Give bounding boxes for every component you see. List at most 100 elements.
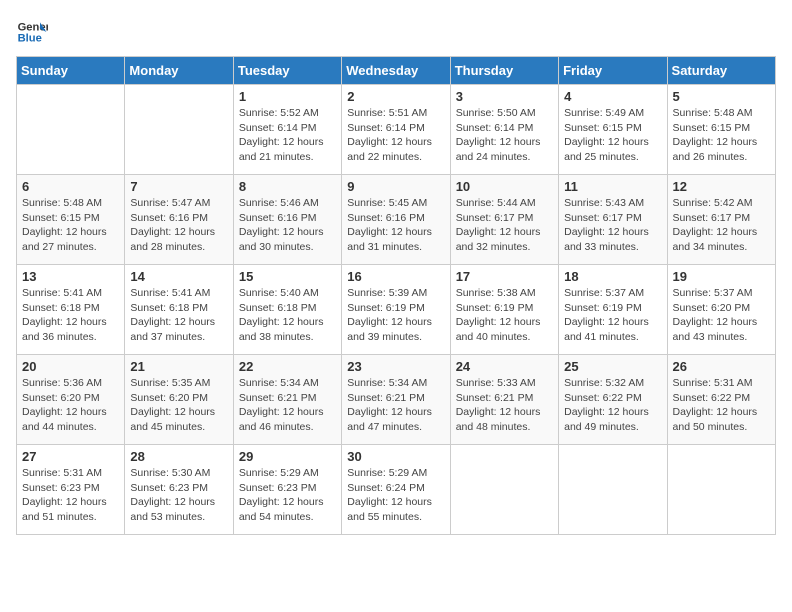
day-number: 14	[130, 269, 227, 284]
calendar-cell: 8 Sunrise: 5:46 AM Sunset: 6:16 PM Daylig…	[233, 175, 341, 265]
calendar-cell: 11 Sunrise: 5:43 AM Sunset: 6:17 PM Dayli…	[559, 175, 667, 265]
day-number: 17	[456, 269, 553, 284]
col-header-friday: Friday	[559, 57, 667, 85]
svg-text:General: General	[18, 21, 48, 33]
cell-info: Sunrise: 5:37 AM Sunset: 6:19 PM Dayligh…	[564, 286, 661, 345]
calendar-cell: 27 Sunrise: 5:31 AM Sunset: 6:23 PM Dayli…	[17, 445, 125, 535]
cell-info: Sunrise: 5:46 AM Sunset: 6:16 PM Dayligh…	[239, 196, 336, 255]
cell-info: Sunrise: 5:38 AM Sunset: 6:19 PM Dayligh…	[456, 286, 553, 345]
day-number: 16	[347, 269, 444, 284]
calendar-cell	[17, 85, 125, 175]
calendar-cell	[559, 445, 667, 535]
calendar-cell: 23Sunrise: 5:34 AM Sunset: 6:21 PM Dayli…	[342, 355, 450, 445]
cell-info: Sunrise: 5:29 AM Sunset: 6:24 PM Dayligh…	[347, 466, 444, 525]
day-number: 23	[347, 359, 444, 374]
page-header: General Blue	[16, 16, 776, 48]
day-number: 15	[239, 269, 336, 284]
day-number: 12	[673, 179, 770, 194]
calendar-cell: 24Sunrise: 5:33 AM Sunset: 6:21 PM Dayli…	[450, 355, 558, 445]
calendar-cell: 9Sunrise: 5:45 AM Sunset: 6:16 PM Daylig…	[342, 175, 450, 265]
day-number: 22	[239, 359, 336, 374]
calendar-cell: 16 Sunrise: 5:39 AM Sunset: 6:19 PM Dayli…	[342, 265, 450, 355]
day-number: 10	[456, 179, 553, 194]
calendar-cell: 30 Sunrise: 5:29 AM Sunset: 6:24 PM Dayli…	[342, 445, 450, 535]
calendar-cell: 3 Sunrise: 5:50 AM Sunset: 6:14 PM Daylig…	[450, 85, 558, 175]
calendar-cell	[667, 445, 775, 535]
calendar-cell: 2 Sunrise: 5:51 AM Sunset: 6:14 PM Daylig…	[342, 85, 450, 175]
calendar-cell: 22 Sunrise: 5:34 AM Sunset: 6:21 PM Dayli…	[233, 355, 341, 445]
cell-info: Sunrise: 5:33 AM Sunset: 6:21 PM Dayligh…	[456, 376, 553, 435]
day-number: 1	[239, 89, 336, 104]
calendar-cell: 7 Sunrise: 5:47 AM Sunset: 6:16 PM Daylig…	[125, 175, 233, 265]
cell-info: Sunrise: 5:34 AM Sunset: 6:21 PM Dayligh…	[239, 376, 336, 435]
calendar-cell: 1 Sunrise: 5:52 AM Sunset: 6:14 PM Daylig…	[233, 85, 341, 175]
logo: General Blue	[16, 16, 52, 48]
cell-info: Sunrise: 5:52 AM Sunset: 6:14 PM Dayligh…	[239, 106, 336, 165]
cell-info: Sunrise: 5:29 AM Sunset: 6:23 PM Dayligh…	[239, 466, 336, 525]
col-header-thursday: Thursday	[450, 57, 558, 85]
calendar-cell	[450, 445, 558, 535]
calendar-cell: 15 Sunrise: 5:40 AM Sunset: 6:18 PM Dayli…	[233, 265, 341, 355]
day-number: 3	[456, 89, 553, 104]
calendar-cell: 26 Sunrise: 5:31 AM Sunset: 6:22 PM Dayli…	[667, 355, 775, 445]
calendar-cell: 12 Sunrise: 5:42 AM Sunset: 6:17 PM Dayli…	[667, 175, 775, 265]
calendar-cell: 5 Sunrise: 5:48 AM Sunset: 6:15 PM Daylig…	[667, 85, 775, 175]
calendar-cell: 14 Sunrise: 5:41 AM Sunset: 6:18 PM Dayli…	[125, 265, 233, 355]
calendar-cell: 13 Sunrise: 5:41 AM Sunset: 6:18 PM Dayli…	[17, 265, 125, 355]
day-number: 6	[22, 179, 119, 194]
cell-info: Sunrise: 5:41 AM Sunset: 6:18 PM Dayligh…	[22, 286, 119, 345]
cell-info: Sunrise: 5:35 AM Sunset: 6:20 PM Dayligh…	[130, 376, 227, 435]
day-number: 18	[564, 269, 661, 284]
cell-info: Sunrise: 5:41 AM Sunset: 6:18 PM Dayligh…	[130, 286, 227, 345]
cell-info: Sunrise: 5:43 AM Sunset: 6:17 PM Dayligh…	[564, 196, 661, 255]
day-number: 13	[22, 269, 119, 284]
cell-info: Sunrise: 5:36 AM Sunset: 6:20 PM Dayligh…	[22, 376, 119, 435]
cell-info: Sunrise: 5:48 AM Sunset: 6:15 PM Dayligh…	[673, 106, 770, 165]
cell-info: Sunrise: 5:31 AM Sunset: 6:22 PM Dayligh…	[673, 376, 770, 435]
cell-info: Sunrise: 5:42 AM Sunset: 6:17 PM Dayligh…	[673, 196, 770, 255]
day-number: 28	[130, 449, 227, 464]
col-header-saturday: Saturday	[667, 57, 775, 85]
cell-info: Sunrise: 5:31 AM Sunset: 6:23 PM Dayligh…	[22, 466, 119, 525]
col-header-monday: Monday	[125, 57, 233, 85]
day-number: 30	[347, 449, 444, 464]
cell-info: Sunrise: 5:44 AM Sunset: 6:17 PM Dayligh…	[456, 196, 553, 255]
day-number: 29	[239, 449, 336, 464]
day-number: 26	[673, 359, 770, 374]
day-number: 11	[564, 179, 661, 194]
day-number: 2	[347, 89, 444, 104]
col-header-sunday: Sunday	[17, 57, 125, 85]
day-number: 8	[239, 179, 336, 194]
col-header-wednesday: Wednesday	[342, 57, 450, 85]
cell-info: Sunrise: 5:40 AM Sunset: 6:18 PM Dayligh…	[239, 286, 336, 345]
cell-info: Sunrise: 5:48 AM Sunset: 6:15 PM Dayligh…	[22, 196, 119, 255]
calendar-cell: 4 Sunrise: 5:49 AM Sunset: 6:15 PM Daylig…	[559, 85, 667, 175]
calendar-cell: 20 Sunrise: 5:36 AM Sunset: 6:20 PM Dayli…	[17, 355, 125, 445]
calendar-table: SundayMondayTuesdayWednesdayThursdayFrid…	[16, 56, 776, 535]
calendar-cell: 10 Sunrise: 5:44 AM Sunset: 6:17 PM Dayli…	[450, 175, 558, 265]
col-header-tuesday: Tuesday	[233, 57, 341, 85]
calendar-cell: 25Sunrise: 5:32 AM Sunset: 6:22 PM Dayli…	[559, 355, 667, 445]
svg-text:Blue: Blue	[18, 33, 42, 45]
logo-icon: General Blue	[16, 16, 48, 48]
calendar-cell	[125, 85, 233, 175]
day-number: 4	[564, 89, 661, 104]
cell-info: Sunrise: 5:39 AM Sunset: 6:19 PM Dayligh…	[347, 286, 444, 345]
cell-info: Sunrise: 5:50 AM Sunset: 6:14 PM Dayligh…	[456, 106, 553, 165]
day-number: 20	[22, 359, 119, 374]
cell-info: Sunrise: 5:51 AM Sunset: 6:14 PM Dayligh…	[347, 106, 444, 165]
calendar-cell: 29 Sunrise: 5:29 AM Sunset: 6:23 PM Dayli…	[233, 445, 341, 535]
cell-info: Sunrise: 5:45 AM Sunset: 6:16 PM Dayligh…	[347, 196, 444, 255]
day-number: 7	[130, 179, 227, 194]
day-number: 5	[673, 89, 770, 104]
cell-info: Sunrise: 5:37 AM Sunset: 6:20 PM Dayligh…	[673, 286, 770, 345]
cell-info: Sunrise: 5:47 AM Sunset: 6:16 PM Dayligh…	[130, 196, 227, 255]
day-number: 27	[22, 449, 119, 464]
calendar-cell: 17 Sunrise: 5:38 AM Sunset: 6:19 PM Dayli…	[450, 265, 558, 355]
day-number: 19	[673, 269, 770, 284]
cell-info: Sunrise: 5:32 AM Sunset: 6:22 PM Dayligh…	[564, 376, 661, 435]
cell-info: Sunrise: 5:49 AM Sunset: 6:15 PM Dayligh…	[564, 106, 661, 165]
calendar-cell: 18 Sunrise: 5:37 AM Sunset: 6:19 PM Dayli…	[559, 265, 667, 355]
calendar-cell: 28Sunrise: 5:30 AM Sunset: 6:23 PM Dayli…	[125, 445, 233, 535]
calendar-cell: 6 Sunrise: 5:48 AM Sunset: 6:15 PM Daylig…	[17, 175, 125, 265]
